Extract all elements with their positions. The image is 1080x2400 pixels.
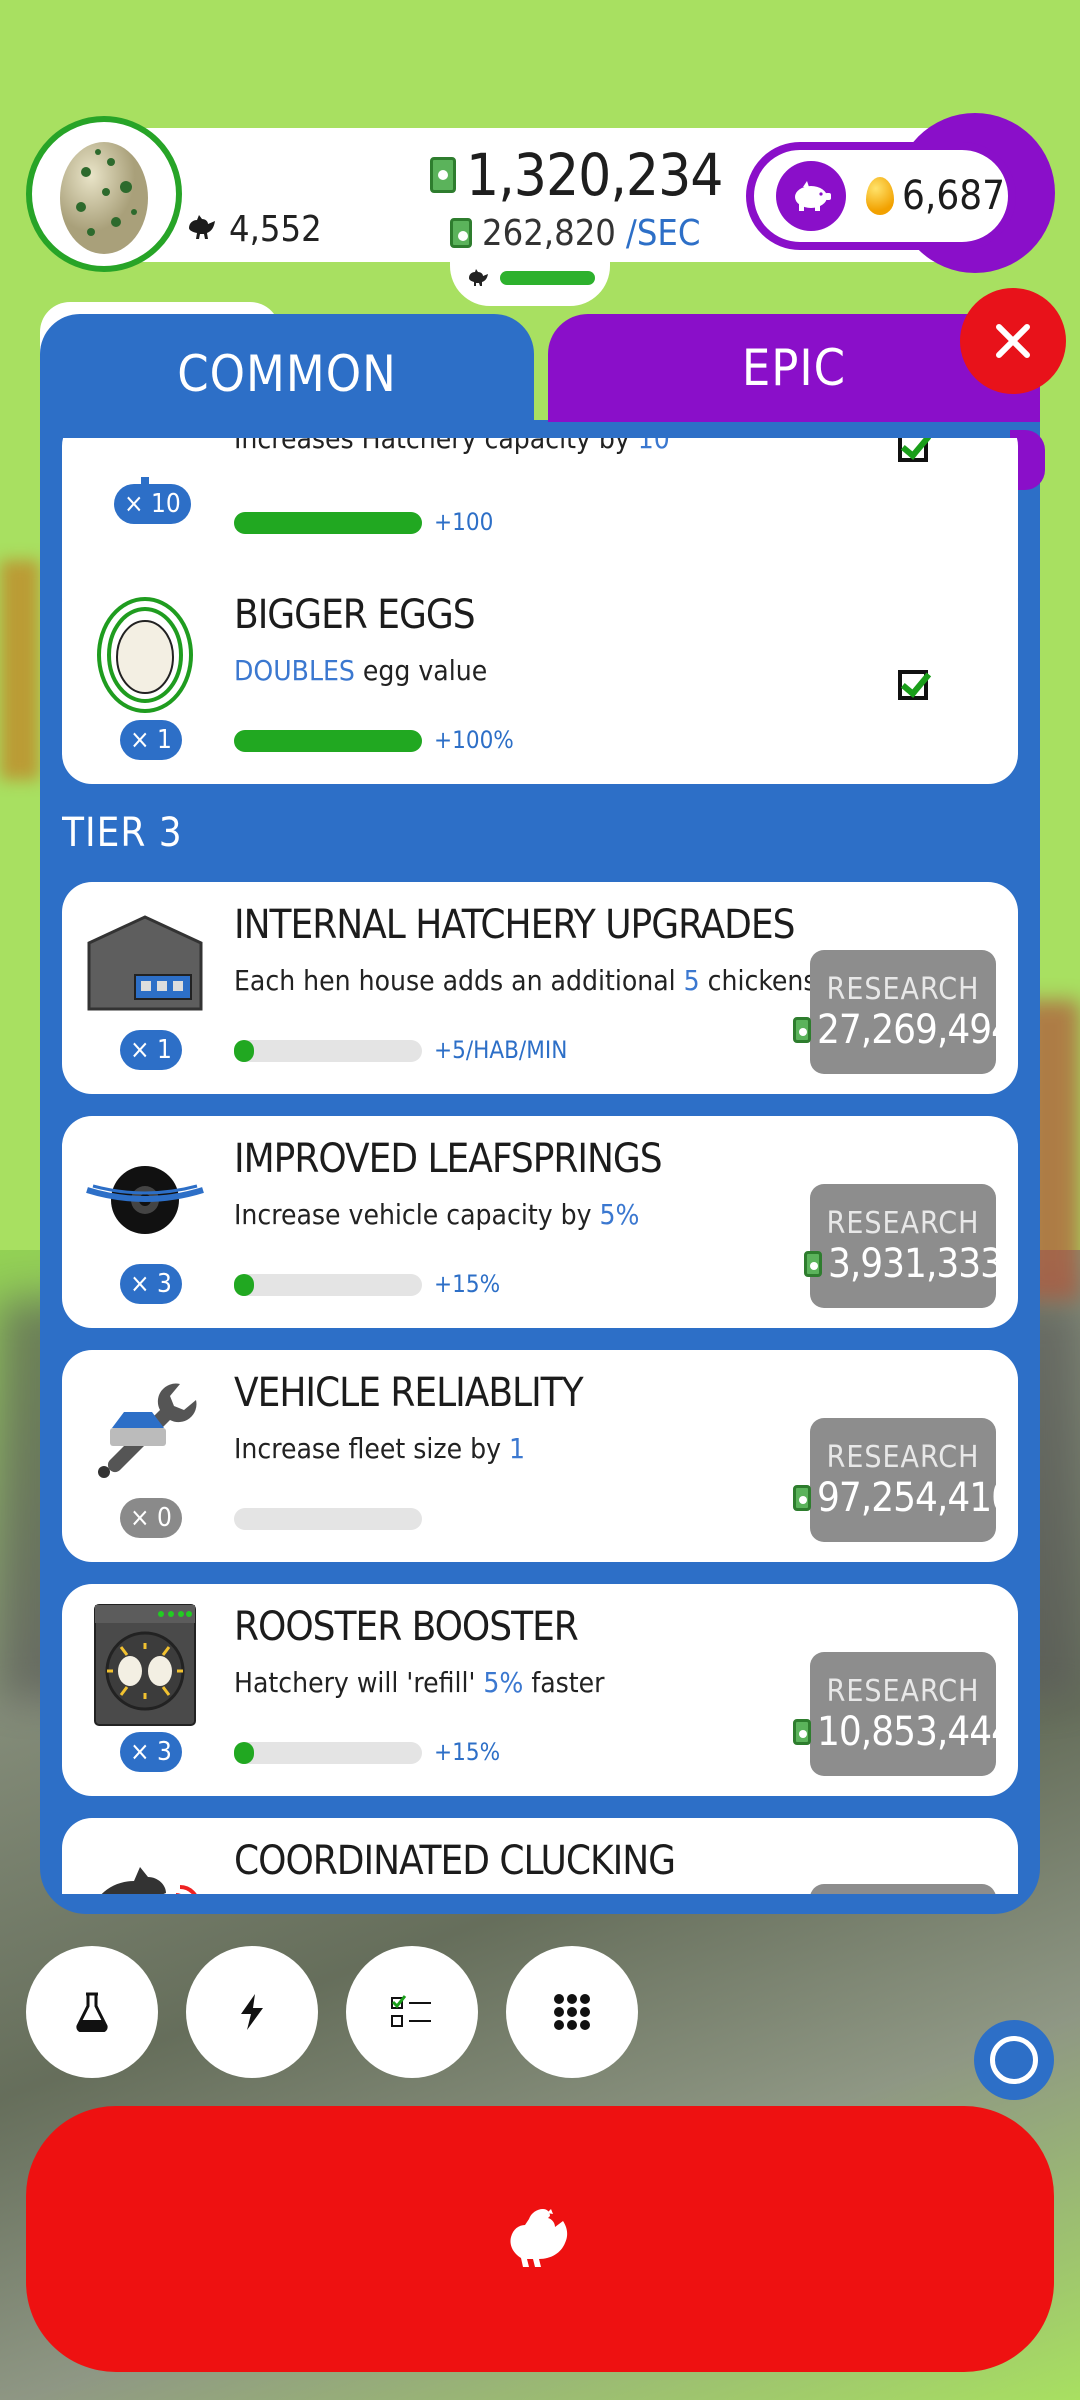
hatch-chicken-button[interactable]	[26, 2106, 1054, 2372]
research-title: INTERNAL HATCHERY UPGRADES	[234, 902, 795, 948]
research-description: Each hen house adds an additional 5 chic…	[234, 964, 873, 997]
research-item-rooster-booster: ROOSTER BOOSTER Hatchery will 'refill' 5…	[62, 1584, 1018, 1796]
research-title: BIGGER EGGS	[234, 592, 476, 638]
research-button[interactable]: RESEARCH 10,853,444	[793, 1652, 1014, 1776]
research-description: Increase vehicle capacity by 5%	[234, 1198, 640, 1231]
completed-checkbox	[898, 670, 928, 700]
research-level-badge: × 1	[120, 720, 182, 760]
research-progress-bar	[234, 1508, 422, 1530]
research-bonus: +15%	[434, 1738, 501, 1766]
golden-eggs-display[interactable]: 6,687	[746, 142, 1016, 250]
research-description: DOUBLES egg value	[234, 654, 488, 687]
drone-progress	[450, 250, 610, 306]
research-button[interactable]	[810, 1884, 996, 1894]
research-button[interactable]: RESEARCH 97,254,410	[793, 1418, 1014, 1542]
research-item-coordinated-clucking: COORDINATED CLUCKING	[62, 1818, 1018, 1894]
research-level-badge: × 3	[120, 1732, 182, 1772]
current-egg-button[interactable]	[26, 116, 182, 272]
piggy-bank-icon	[795, 181, 831, 211]
research-title: COORDINATED CLUCKING	[234, 1838, 676, 1884]
ring-icon	[990, 2036, 1038, 2084]
checklist-icon	[391, 1995, 431, 2027]
flask-icon	[76, 1992, 108, 2032]
cash-icon	[793, 1016, 812, 1043]
cash-icon	[793, 1718, 812, 1745]
wrench-vehicle-icon	[80, 1366, 210, 1496]
incubator-icon	[80, 1600, 210, 1730]
research-progress-bar	[234, 512, 422, 534]
research-bonus: +100	[434, 508, 494, 536]
research-level-badge: × 1	[120, 1030, 182, 1070]
close-button[interactable]	[960, 288, 1066, 394]
money-total: 1,320,234	[430, 140, 723, 210]
cash-icon	[803, 1250, 822, 1277]
hen-house-icon	[80, 898, 210, 1028]
research-title: IMPROVED LEAFSPRINGS	[234, 1136, 663, 1182]
research-progress-bar	[234, 1040, 422, 1062]
research-item-vehicle-reliability: VEHICLE RELIABLITY Increase fleet size b…	[62, 1350, 1018, 1562]
golden-egg-count: 6,687	[866, 173, 1005, 219]
cash-icon	[450, 218, 472, 248]
research-level-badge: × 10	[114, 484, 191, 524]
egg-icon	[80, 588, 210, 718]
research-description: Hatchery will 'refill' 5% faster	[234, 1666, 605, 1699]
research-nav-button[interactable]	[26, 1946, 158, 2078]
research-level-badge: × 0	[120, 1498, 182, 1538]
research-title: ROOSTER BOOSTER	[234, 1604, 579, 1650]
research-bonus: +15%	[434, 1270, 501, 1298]
research-progress-bar	[234, 730, 422, 752]
research-description: Increase fleet size by 1	[234, 1432, 526, 1465]
research-button[interactable]: RESEARCH 27,269,494	[793, 950, 1014, 1074]
research-bonus: +100%	[434, 726, 514, 754]
research-level-badge: × 3	[120, 1264, 182, 1304]
chicken-silhouette-icon	[189, 215, 215, 239]
research-progress-bar	[234, 1742, 422, 1764]
cash-icon	[430, 157, 456, 193]
research-progress-bar	[234, 1274, 422, 1296]
leafspring-icon	[80, 1132, 210, 1262]
chicken-count: 4,552	[185, 204, 322, 254]
completed-checkbox	[898, 438, 928, 462]
tab-common[interactable]: COMMON	[40, 314, 534, 434]
missions-nav-button[interactable]	[346, 1946, 478, 2078]
research-bonus: +5/HAB/MIN	[434, 1036, 568, 1064]
lightning-icon	[241, 1994, 263, 2030]
speckled-egg-icon	[60, 142, 148, 254]
menu-nav-button[interactable]	[506, 1946, 638, 2078]
background-building-left	[0, 560, 40, 780]
piggy-bank-button[interactable]	[776, 161, 846, 231]
research-item-leafsprings: IMPROVED LEAFSPRINGS Increase vehicle ca…	[62, 1116, 1018, 1328]
research-item-bigger-eggs: BIGGER EGGS DOUBLES egg value × 1 +100%	[62, 572, 1018, 784]
research-title: VEHICLE RELIABLITY	[234, 1370, 584, 1416]
camera-toggle-button[interactable]	[974, 2020, 1054, 2100]
research-button[interactable]: RESEARCH 3,931,333	[803, 1184, 1003, 1308]
chicken-icon	[510, 2209, 568, 2267]
clucking-chicken-icon	[80, 1826, 210, 1894]
grid-icon	[554, 1994, 590, 2030]
golden-egg-icon	[866, 177, 894, 215]
drone-progress-bar	[499, 271, 595, 285]
chick-icon	[468, 269, 488, 286]
cash-icon	[793, 1484, 812, 1511]
research-item-internal-hatchery: INTERNAL HATCHERY UPGRADES Each hen hous…	[62, 882, 1018, 1094]
close-icon	[996, 324, 1030, 358]
research-list[interactable]: Increases Hatchery capacity by 10 × 10 +…	[62, 438, 1020, 1894]
research-description: Increases Hatchery capacity by 10	[234, 438, 670, 455]
boosts-nav-button[interactable]	[186, 1946, 318, 2078]
tier-heading: TIER 3	[62, 810, 183, 856]
